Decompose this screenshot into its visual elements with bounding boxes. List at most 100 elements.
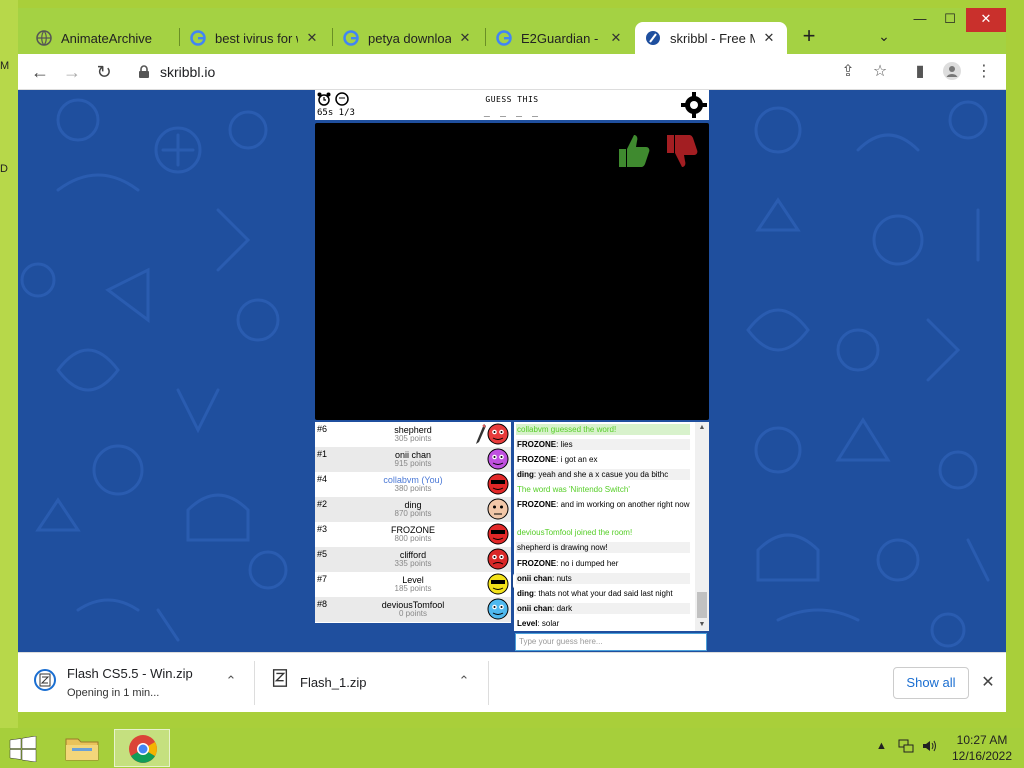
chat-guess-input[interactable]: Type your guess here...	[515, 633, 707, 651]
zip-file-icon	[272, 669, 288, 687]
folder-icon	[65, 738, 99, 761]
player-points: 915 points	[394, 459, 432, 468]
desktop-icon-label[interactable]: M	[0, 60, 9, 72]
scrollbar-thumb[interactable]	[697, 592, 707, 618]
clock-time: 10:27 AM	[956, 733, 1008, 747]
back-arrow-icon[interactable]: ←	[28, 60, 52, 84]
player-points: 185 points	[394, 584, 432, 593]
download-item[interactable]: Flash CS5.5 - Win.zip Opening in 1 min..…	[18, 653, 246, 713]
chat-message: deviousTomfool joined the room!	[517, 528, 633, 537]
player-rank: #6	[317, 424, 328, 434]
download-item[interactable]: Flash_1.zip ⌃	[256, 653, 486, 713]
minimize-button[interactable]: —	[906, 8, 934, 32]
player-rank: #7	[317, 574, 328, 584]
bookmark-star-icon[interactable]: ☆	[870, 62, 890, 82]
player-list: #6 shepherd 305 points #1 onii chan 915 …	[315, 422, 511, 623]
lock-icon	[139, 65, 149, 78]
chat-message: FROZONE: i got an ex	[517, 455, 598, 464]
player-rank: #3	[317, 524, 328, 534]
scroll-down-arrow-icon[interactable]: ▼	[695, 619, 709, 631]
chat-message: collabvm guessed the word!	[516, 424, 690, 435]
game-header: 65s 1/3 GUESS THIS _ _ _ _	[315, 90, 709, 120]
close-window-button[interactable]: ✕	[966, 8, 1006, 32]
forward-arrow-icon[interactable]: →	[60, 60, 84, 84]
more-menu-icon[interactable]: ⋮	[974, 62, 994, 82]
chrome-icon	[129, 735, 157, 763]
player-row[interactable]: #5 clifford 335 points	[315, 547, 511, 572]
tab-petya-download[interactable]: petya download ✕	[333, 22, 483, 54]
close-tab-icon[interactable]: ✕	[457, 30, 473, 46]
profile-avatar-icon[interactable]	[942, 62, 962, 82]
chat-messages: collabvm guessed the word! FROZONE: lies…	[514, 422, 692, 631]
thumbs-down-icon[interactable]	[661, 131, 701, 171]
player-avatar	[487, 598, 509, 620]
player-row[interactable]: #3 FROZONE 800 points	[315, 522, 511, 547]
tab-title: E2Guardian - Un	[521, 30, 602, 46]
side-panel-icon[interactable]: ▮	[910, 62, 930, 82]
player-row[interactable]: #6 shepherd 305 points	[315, 422, 511, 447]
tab-skribbl[interactable]: skribbl - Free M ✕	[635, 22, 787, 54]
pencil-icon	[476, 424, 486, 444]
download-filename: Flash CS5.5 - Win.zip	[67, 666, 193, 681]
globe-icon	[36, 30, 52, 46]
player-points: 305 points	[394, 434, 432, 443]
player-avatar	[487, 473, 509, 495]
google-icon	[343, 30, 359, 46]
chat-message: FROZONE: and im working on another right…	[517, 500, 690, 509]
close-tab-icon[interactable]: ✕	[608, 30, 624, 46]
tab-animatearchive[interactable]: AnimateArchive	[26, 22, 178, 54]
player-avatar	[487, 573, 509, 595]
system-clock[interactable]: 10:27 AM 12/16/2022	[946, 732, 1018, 764]
player-avatar	[487, 448, 509, 470]
player-avatar	[487, 548, 509, 570]
tab-e2guardian[interactable]: E2Guardian - Un ✕	[486, 22, 634, 54]
volume-icon[interactable]	[921, 738, 937, 757]
chevron-up-icon[interactable]: ⌃	[223, 673, 239, 689]
tab-best-ivirus[interactable]: best ivirus for w ✕	[180, 22, 330, 54]
share-icon[interactable]: ⇪	[838, 62, 858, 82]
show-all-downloads-button[interactable]: Show all	[893, 667, 969, 699]
windows-start-icon[interactable]	[8, 736, 38, 762]
tab-title: AnimateArchive	[61, 30, 153, 46]
close-downloads-bar-icon[interactable]: ✕	[978, 673, 998, 693]
browser-toolbar: ← → ↻ skribbl.io ⇪ ☆ ▮ ⋮	[18, 54, 1006, 90]
player-points: 870 points	[394, 509, 432, 518]
thumbs-up-icon[interactable]	[613, 131, 653, 171]
close-tab-icon[interactable]: ✕	[761, 30, 777, 46]
chrome-taskbar-button[interactable]	[114, 729, 170, 767]
desktop-icon-label[interactable]: D	[0, 163, 8, 175]
chat-message: FROZONE: lies	[516, 439, 690, 450]
player-avatar	[487, 423, 509, 445]
url-text: skribbl.io	[160, 64, 216, 80]
player-row[interactable]: #4 collabvm (You) 380 points	[315, 472, 511, 497]
zip-file-icon	[34, 669, 56, 691]
player-rank: #2	[317, 499, 328, 509]
settings-gear-icon[interactable]	[681, 92, 707, 118]
file-explorer-taskbar-button[interactable]	[54, 729, 110, 767]
chat-message: ding: thats not what your dad said last …	[517, 589, 673, 598]
player-row[interactable]: #7 Level 185 points	[315, 572, 511, 597]
chat-scrollbar[interactable]: ▲ ▼	[695, 422, 709, 631]
player-points: 335 points	[394, 559, 432, 568]
player-points: 0 points	[398, 609, 428, 618]
player-avatar	[487, 498, 509, 520]
close-tab-icon[interactable]: ✕	[304, 30, 320, 46]
player-row[interactable]: #8 deviousTomfool 0 points	[315, 597, 511, 622]
downloads-bar: Flash CS5.5 - Win.zip Opening in 1 min..…	[18, 652, 1006, 712]
chat-message: FROZONE: no i dumped her	[517, 559, 619, 568]
drawing-canvas[interactable]	[315, 123, 709, 420]
scroll-up-arrow-icon[interactable]: ▲	[695, 422, 709, 434]
reload-icon[interactable]: ↻	[92, 60, 116, 84]
network-icon[interactable]	[898, 738, 914, 757]
tab-search-chevron-icon[interactable]: ⌄	[874, 26, 894, 46]
chevron-up-icon[interactable]: ⌃	[456, 673, 472, 689]
tab-title: skribbl - Free M	[670, 30, 755, 46]
new-tab-button[interactable]: +	[796, 24, 822, 50]
address-bar[interactable]: skribbl.io	[128, 58, 898, 86]
google-icon	[190, 30, 206, 46]
player-row[interactable]: #2 ding 870 points	[315, 497, 511, 522]
player-rank: #5	[317, 549, 328, 559]
maximize-button[interactable]: ☐	[936, 8, 964, 32]
show-hidden-icons-icon[interactable]: ▲	[876, 740, 887, 752]
player-row[interactable]: #1 onii chan 915 points	[315, 447, 511, 472]
